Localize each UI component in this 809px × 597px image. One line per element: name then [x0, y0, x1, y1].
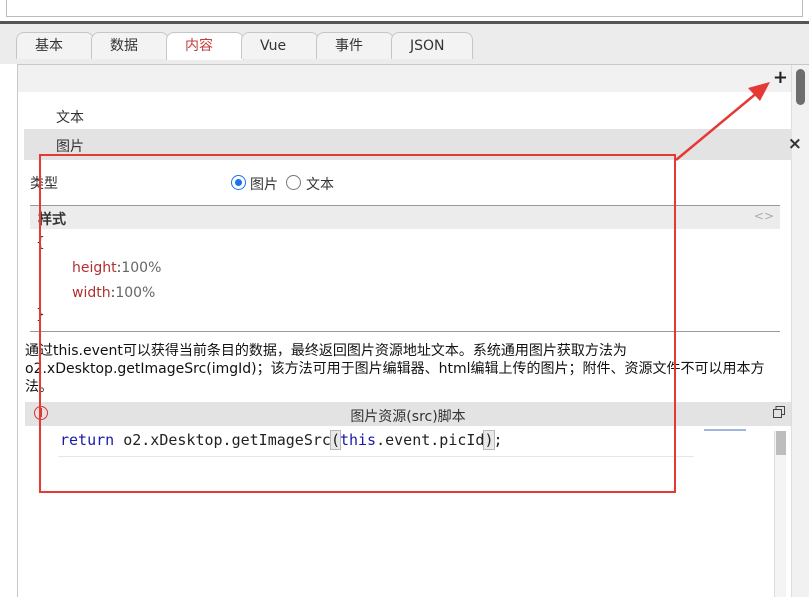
- code-toggle-icon[interactable]: <>: [754, 209, 774, 223]
- script-title: 图片资源(src)脚本: [350, 409, 466, 425]
- close-icon[interactable]: ×: [788, 134, 802, 154]
- style-title: 样式: [38, 212, 66, 228]
- content-item-image[interactable]: 图片 ×: [24, 129, 802, 160]
- radio-text-label[interactable]: 文本: [306, 174, 334, 194]
- tab-content[interactable]: 内容: [166, 32, 244, 60]
- css-prop-height[interactable]: height:100%: [72, 260, 161, 276]
- tab-bar: 基本 数据 内容 Vue 事件 JSON: [0, 24, 809, 64]
- content-panel: + 文本 图片 × 类型 图片 文本 样式 <> { height:100% w…: [17, 64, 809, 597]
- editor-minimap: [704, 429, 746, 431]
- tab-data[interactable]: 数据: [91, 32, 169, 59]
- panel-scrollbar-thumb[interactable]: [796, 69, 805, 105]
- tab-json[interactable]: JSON: [391, 32, 473, 59]
- tab-events[interactable]: 事件: [316, 32, 394, 59]
- content-item-image-label: 图片: [56, 139, 84, 155]
- tab-vue[interactable]: Vue: [241, 32, 319, 59]
- panel-header: +: [18, 65, 792, 92]
- radio-image-label[interactable]: 图片: [250, 174, 278, 194]
- script-editor[interactable]: return o2.xDesktop.getImageSrc(this.even…: [58, 430, 694, 457]
- add-icon[interactable]: +: [773, 68, 788, 88]
- radio-text[interactable]: [286, 175, 301, 190]
- editor-scrollbar-thumb[interactable]: [776, 431, 786, 455]
- code-line[interactable]: return o2.xDesktop.getImageSrc(this.even…: [60, 430, 503, 450]
- script-header: 图片资源(src)脚本: [25, 402, 791, 426]
- maximize-icon[interactable]: [773, 406, 785, 418]
- type-label: 类型: [30, 176, 58, 192]
- style-divider: [30, 331, 780, 332]
- top-frame-inner: [6, 0, 803, 17]
- tab-basic[interactable]: 基本: [16, 32, 94, 59]
- editor-scrollbar[interactable]: [774, 431, 786, 597]
- top-frame: [0, 0, 809, 24]
- style-close-brace: }: [36, 307, 45, 323]
- content-item-text[interactable]: 文本: [56, 107, 84, 127]
- style-open-brace: {: [36, 235, 45, 251]
- style-section-header: 样式 <>: [30, 205, 780, 229]
- radio-image[interactable]: [231, 175, 246, 190]
- type-row: 类型 图片 文本: [30, 171, 790, 195]
- script-description: 通过this.event可以获得当前条目的数据，最终返回图片资源地址文本。系统通…: [25, 343, 765, 395]
- css-prop-width[interactable]: width:100%: [72, 285, 155, 301]
